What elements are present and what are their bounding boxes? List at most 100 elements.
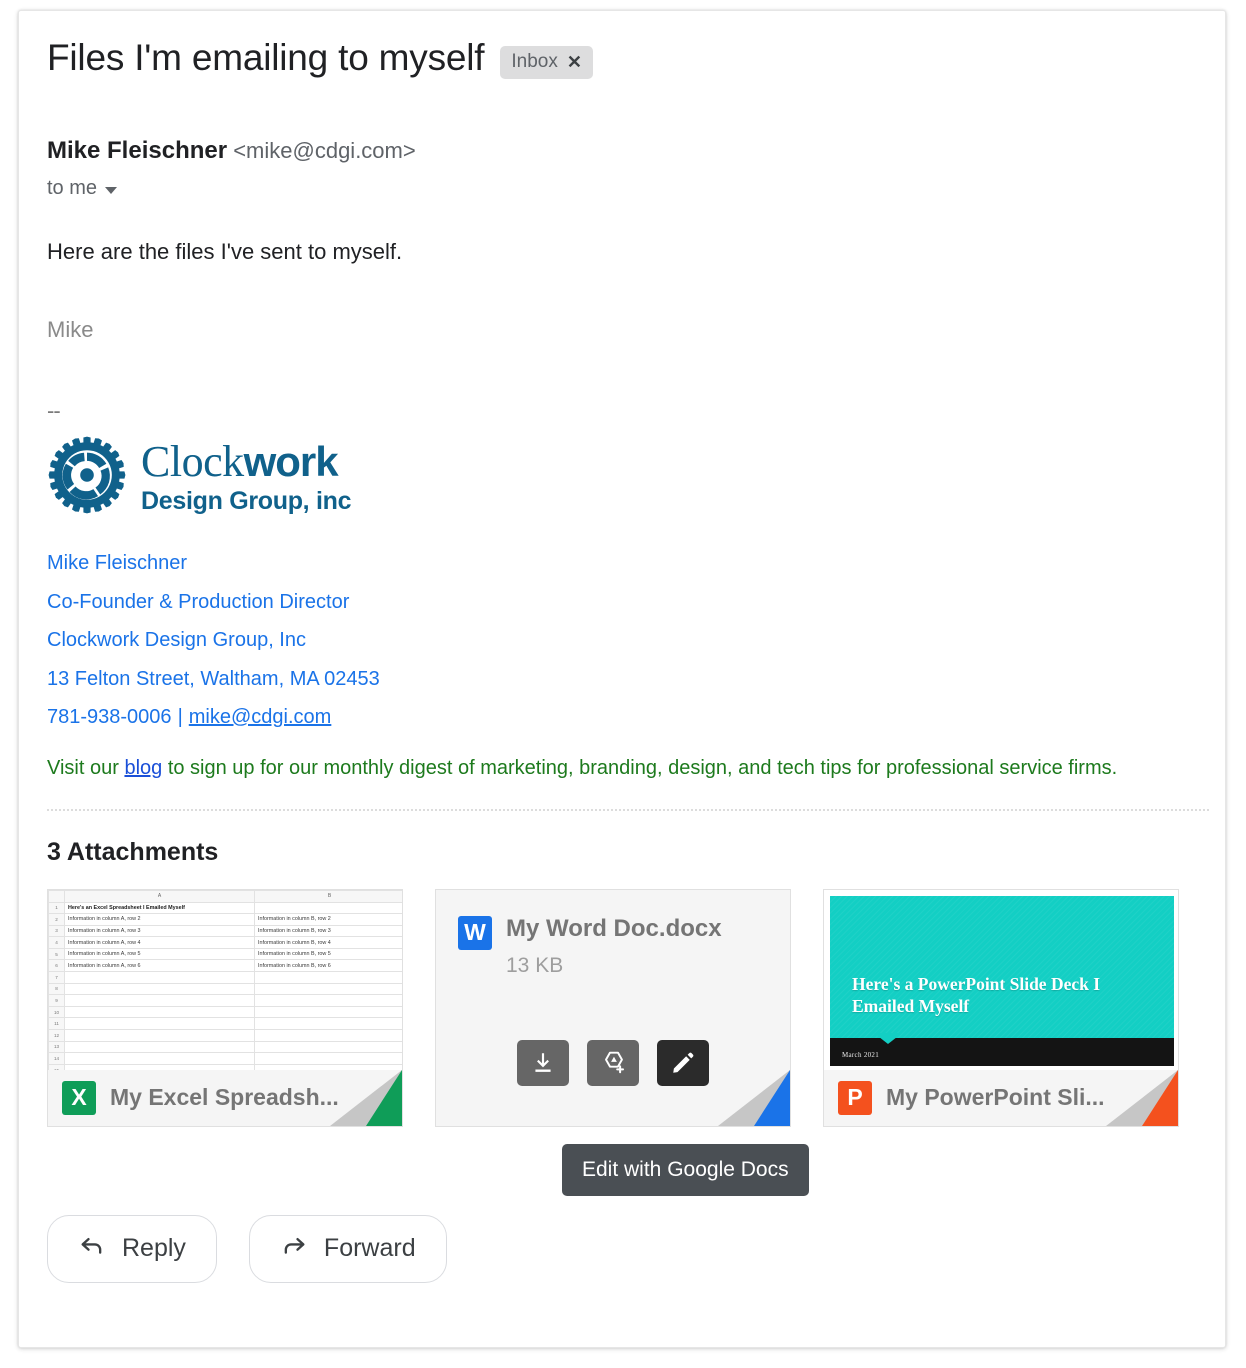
logo-title-light: Clock: [141, 437, 244, 486]
excel-cell-a: [64, 1029, 255, 1042]
word-action-buttons: [436, 1039, 790, 1086]
excel-col-header-row: A B: [48, 889, 402, 903]
table-row: 12: [48, 1029, 402, 1042]
excel-row-num: 3: [48, 924, 65, 938]
attachment-card-word[interactable]: W My Word Doc.docx 13 KB: [435, 888, 791, 1127]
email-card: Files I'm emailing to myself Inbox ✕ Mik…: [18, 10, 1226, 1348]
attachments-divider: [47, 808, 1209, 811]
sender-line: Mike Fleischner <mike@cdgi.com>: [47, 137, 1207, 165]
label-chip-inbox[interactable]: Inbox ✕: [500, 45, 593, 79]
table-row: 13: [48, 1040, 402, 1054]
table-row: 1 Here's an Excel Spreadsheet I Emailed M…: [48, 901, 402, 915]
recipient-label: to me: [47, 177, 98, 199]
excel-row-num: 13: [48, 1040, 65, 1054]
forward-label: Forward: [323, 1234, 416, 1262]
reply-label: Reply: [122, 1234, 186, 1262]
excel-row-num: 9: [48, 994, 65, 1007]
attachment-filename: My Word Doc.docx: [506, 914, 722, 942]
excel-row-num: 8: [48, 982, 65, 996]
attachments-heading: 3 Attachments: [47, 837, 219, 866]
table-row: 6 Information in column A, row 6 Informati…: [48, 959, 402, 973]
blog-prefix: Visit our: [47, 756, 125, 779]
word-header: W My Word Doc.docx 13 KB: [458, 914, 722, 978]
table-row: 3 Information in column A, row 3 Informati…: [48, 924, 402, 938]
excel-row-num: 1: [48, 901, 65, 915]
email-content: Files I'm emailing to myself Inbox ✕ Mik…: [47, 35, 1209, 1283]
attachment-filename: My PowerPoint Sli...: [886, 1084, 1105, 1110]
message-signoff: Mike: [47, 317, 94, 342]
table-row: 8: [48, 982, 402, 996]
excel-cell-b: [254, 1052, 402, 1065]
forward-button[interactable]: Forward: [248, 1214, 447, 1283]
excel-cell-b: [254, 982, 402, 996]
chevron-down-icon[interactable]: [105, 186, 118, 194]
phone-number[interactable]: 781-938-0006: [47, 706, 172, 728]
save-to-drive-icon[interactable]: [587, 1039, 639, 1086]
subject-row: Files I'm emailing to myself Inbox ✕: [47, 35, 1207, 81]
table-row: 5 Information in column A, row 5 Informati…: [48, 947, 402, 961]
sender-block: Mike Fleischner <mike@cdgi.com> to me: [47, 137, 1207, 200]
excel-cell-b: Information in column B, row 4: [254, 936, 402, 949]
signature-line-name[interactable]: Mike Fleischner: [47, 544, 1207, 583]
sender-email: <mike@cdgi.com>: [233, 138, 416, 163]
excel-cell-a: Information in column A, row 2: [64, 913, 255, 926]
message-body: Here are the files I've sent to myself.: [47, 239, 403, 264]
table-row: 11: [48, 1017, 402, 1031]
reply-arrow-icon: [78, 1231, 106, 1266]
excel-cell-a: Here's an Excel Spreadsheet I Emailed My…: [64, 901, 255, 915]
sender-name[interactable]: Mike Fleischner: [47, 137, 227, 164]
signature-line-address[interactable]: 13 Felton Street, Waltham, MA 02453: [47, 660, 1207, 699]
attachment-card-powerpoint[interactable]: Here's a PowerPoint Slide Deck I Emailed…: [823, 888, 1179, 1127]
excel-cell-b: [254, 901, 402, 915]
slide-notch-icon: [874, 1032, 902, 1044]
word-file-icon: W: [458, 915, 492, 950]
attachment-footer-excel[interactable]: X My Excel Spreadsh...: [48, 1069, 402, 1126]
excel-row-num: 10: [48, 1005, 65, 1019]
blog-suffix: to sign up for our monthly digest of mar…: [162, 756, 1118, 779]
page-title: Files I'm emailing to myself: [47, 37, 485, 78]
excel-row-num: 6: [48, 959, 65, 973]
excel-row-num: 5: [48, 947, 65, 961]
slide-thumbnail: Here's a PowerPoint Slide Deck I Emailed…: [830, 895, 1174, 1066]
blog-promo-line: Visit our blog to sign up for our monthl…: [47, 755, 1207, 781]
label-chip-text: Inbox: [511, 50, 558, 72]
excel-cell-a: [64, 1005, 255, 1019]
excel-cell-b: [254, 1029, 402, 1042]
logo-subtitle: Design Group, inc: [141, 487, 352, 515]
attachment-footer-powerpoint[interactable]: P My PowerPoint Sli...: [824, 1069, 1178, 1126]
attachment-card-excel[interactable]: A B 1 Here's an Excel Spreadsheet I Email…: [47, 888, 403, 1127]
edit-pencil-icon[interactable]: [657, 1039, 709, 1086]
recipient-row[interactable]: to me: [47, 176, 1207, 200]
excel-cell-b: [254, 994, 402, 1007]
logo-title-bold: work: [243, 438, 339, 485]
excel-row-num: 11: [48, 1017, 65, 1031]
blog-link[interactable]: blog: [124, 757, 162, 779]
forward-arrow-icon: [280, 1231, 308, 1266]
message-actions: Reply Forward: [47, 1214, 1207, 1283]
signature-line-title[interactable]: Co-Founder & Production Director: [47, 583, 1207, 622]
powerpoint-preview: Here's a PowerPoint Slide Deck I Emailed…: [824, 889, 1178, 1072]
email-link[interactable]: mike@cdgi.com: [189, 706, 332, 728]
attachment-filename: My Excel Spreadsh...: [110, 1084, 339, 1110]
excel-cell-b: Information in column B, row 2: [254, 913, 402, 926]
excel-cell-a: [64, 1052, 255, 1065]
reply-button[interactable]: Reply: [47, 1214, 217, 1283]
excel-cell-b: [254, 1040, 402, 1054]
excel-cell-a: [64, 971, 255, 984]
excel-cell-b: Information in column B, row 6: [254, 959, 402, 973]
table-row: 7: [48, 971, 402, 984]
signature-separator: --: [47, 398, 61, 423]
signature-line-company[interactable]: Clockwork Design Group, Inc: [47, 621, 1207, 660]
table-row: 9: [48, 994, 402, 1007]
excel-cell-a: Information in column A, row 4: [64, 936, 255, 949]
logo-wordmark: Clockwork Design Group, inc: [141, 440, 352, 515]
powerpoint-file-icon: P: [838, 1080, 872, 1115]
slide-title: Here's a PowerPoint Slide Deck I Emailed…: [852, 973, 1101, 1016]
tooltip-edit-with-google-docs: Edit with Google Docs: [562, 1144, 809, 1196]
download-icon[interactable]: [517, 1039, 569, 1086]
excel-cell-a: [64, 1017, 255, 1031]
logo-title: Clockwork: [141, 440, 351, 484]
excel-row-num: 14: [48, 1052, 65, 1065]
excel-row-num: 4: [48, 936, 65, 949]
close-icon[interactable]: ✕: [567, 53, 582, 71]
